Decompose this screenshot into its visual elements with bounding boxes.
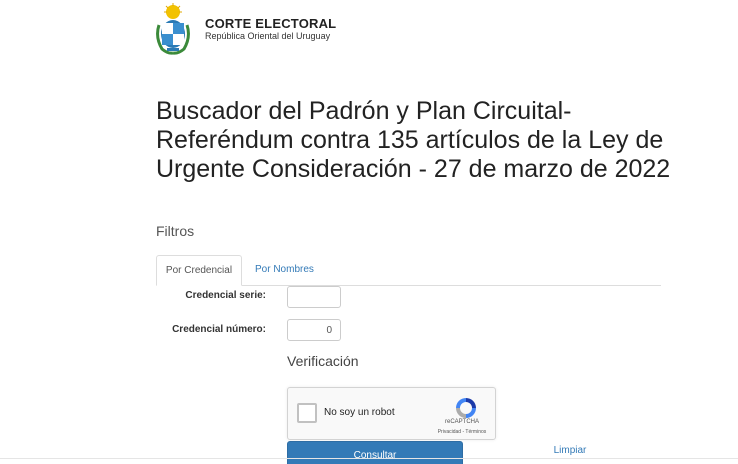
- credencial-serie-input[interactable]: [287, 286, 341, 308]
- country-name: República Oriental del Uruguay: [205, 31, 331, 41]
- recaptcha-brand: reCAPTCHA: [444, 419, 479, 425]
- limpiar-link[interactable]: Limpiar: [530, 445, 610, 456]
- recaptcha-links[interactable]: Privacidad - Términos: [428, 429, 496, 435]
- consultar-button[interactable]: Consultar: [287, 441, 463, 464]
- credencial-numero-label: Credencial número:: [172, 324, 266, 335]
- brand: CORTE ELECTORAL República Oriental del U…: [205, 16, 336, 42]
- tab-por-nombres[interactable]: Por Nombres: [244, 255, 325, 284]
- site-header: CORTE ELECTORAL República Oriental del U…: [154, 2, 336, 56]
- bottom-divider: [0, 458, 738, 459]
- org-name: CORTE ELECTORAL: [205, 16, 337, 31]
- recaptcha-widget: No soy un robot reCAPTCHA Privacidad - T…: [287, 387, 496, 440]
- verification-heading: Verificación: [287, 353, 359, 369]
- credencial-numero-input[interactable]: [287, 319, 341, 341]
- recaptcha-checkbox[interactable]: [297, 403, 317, 423]
- recaptcha-label: No soy un robot: [324, 407, 395, 418]
- recaptcha-logo-icon: [456, 398, 476, 418]
- filters-heading: Filtros: [156, 223, 195, 239]
- uruguay-coat-of-arms-icon: [156, 3, 190, 55]
- page-title: Buscador del Padrón y Plan Circuital- Re…: [156, 97, 671, 183]
- filter-tabs: Por Credencial Por Nombres: [156, 255, 661, 286]
- tab-por-credencial[interactable]: Por Credencial: [156, 255, 242, 286]
- page: CORTE ELECTORAL República Oriental del U…: [0, 0, 738, 464]
- credencial-serie-label: Credencial serie:: [185, 290, 266, 301]
